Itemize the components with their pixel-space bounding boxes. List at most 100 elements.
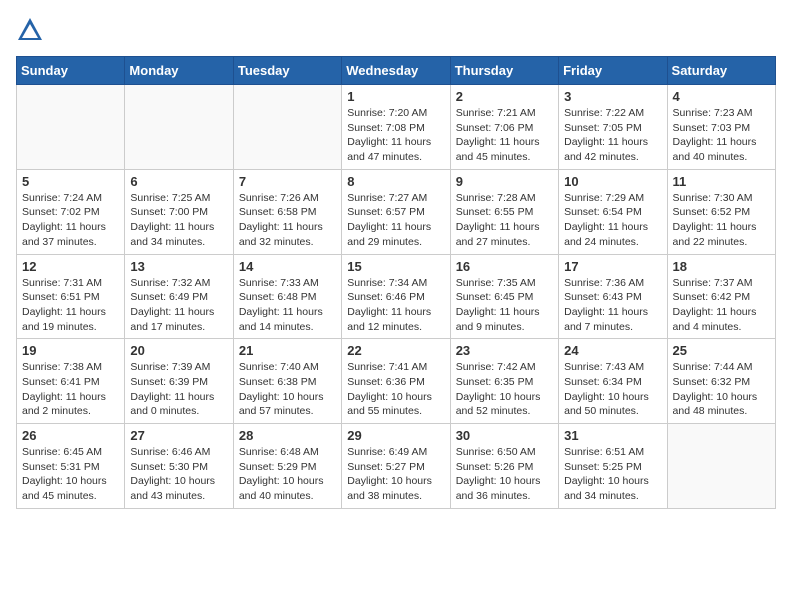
day-info: Sunrise: 7:35 AM Sunset: 6:45 PM Dayligh… bbox=[456, 276, 553, 335]
day-number: 10 bbox=[564, 174, 661, 189]
day-info: Sunrise: 7:26 AM Sunset: 6:58 PM Dayligh… bbox=[239, 191, 336, 250]
day-info: Sunrise: 7:20 AM Sunset: 7:08 PM Dayligh… bbox=[347, 106, 444, 165]
day-number: 7 bbox=[239, 174, 336, 189]
day-cell: 15 Sunrise: 7:34 AM Sunset: 6:46 PM Dayli… bbox=[342, 254, 450, 339]
day-cell: 30 Sunrise: 6:50 AM Sunset: 5:26 PM Dayli… bbox=[450, 424, 558, 509]
day-cell: 7 Sunrise: 7:26 AM Sunset: 6:58 PM Daylig… bbox=[233, 169, 341, 254]
weekday-header-friday: Friday bbox=[559, 57, 667, 85]
day-cell: 21 Sunrise: 7:40 AM Sunset: 6:38 PM Dayli… bbox=[233, 339, 341, 424]
day-info: Sunrise: 7:37 AM Sunset: 6:42 PM Dayligh… bbox=[673, 276, 770, 335]
day-number: 16 bbox=[456, 259, 553, 274]
day-cell: 31 Sunrise: 6:51 AM Sunset: 5:25 PM Dayli… bbox=[559, 424, 667, 509]
day-number: 25 bbox=[673, 343, 770, 358]
day-cell: 23 Sunrise: 7:42 AM Sunset: 6:35 PM Dayli… bbox=[450, 339, 558, 424]
day-number: 5 bbox=[22, 174, 119, 189]
day-number: 18 bbox=[673, 259, 770, 274]
day-info: Sunrise: 7:30 AM Sunset: 6:52 PM Dayligh… bbox=[673, 191, 770, 250]
day-number: 31 bbox=[564, 428, 661, 443]
day-info: Sunrise: 7:36 AM Sunset: 6:43 PM Dayligh… bbox=[564, 276, 661, 335]
day-number: 12 bbox=[22, 259, 119, 274]
calendar-table: SundayMondayTuesdayWednesdayThursdayFrid… bbox=[16, 56, 776, 509]
day-number: 15 bbox=[347, 259, 444, 274]
day-number: 1 bbox=[347, 89, 444, 104]
day-info: Sunrise: 7:40 AM Sunset: 6:38 PM Dayligh… bbox=[239, 360, 336, 419]
day-cell: 19 Sunrise: 7:38 AM Sunset: 6:41 PM Dayli… bbox=[17, 339, 125, 424]
day-number: 6 bbox=[130, 174, 227, 189]
day-number: 3 bbox=[564, 89, 661, 104]
day-number: 21 bbox=[239, 343, 336, 358]
day-cell: 6 Sunrise: 7:25 AM Sunset: 7:00 PM Daylig… bbox=[125, 169, 233, 254]
day-cell: 20Sunrise: 7:39 AM Sunset: 6:39 PM Dayli… bbox=[125, 339, 233, 424]
day-cell: 11 Sunrise: 7:30 AM Sunset: 6:52 PM Dayli… bbox=[667, 169, 775, 254]
day-number: 30 bbox=[456, 428, 553, 443]
day-info: Sunrise: 6:46 AM Sunset: 5:30 PM Dayligh… bbox=[130, 445, 227, 504]
day-cell: 27 Sunrise: 6:46 AM Sunset: 5:30 PM Dayli… bbox=[125, 424, 233, 509]
day-info: Sunrise: 7:27 AM Sunset: 6:57 PM Dayligh… bbox=[347, 191, 444, 250]
day-number: 4 bbox=[673, 89, 770, 104]
weekday-header-thursday: Thursday bbox=[450, 57, 558, 85]
day-info: Sunrise: 7:33 AM Sunset: 6:48 PM Dayligh… bbox=[239, 276, 336, 335]
week-row-2: 5 Sunrise: 7:24 AM Sunset: 7:02 PM Daylig… bbox=[17, 169, 776, 254]
day-number: 17 bbox=[564, 259, 661, 274]
day-cell: 4 Sunrise: 7:23 AM Sunset: 7:03 PM Daylig… bbox=[667, 85, 775, 170]
day-number: 28 bbox=[239, 428, 336, 443]
day-info: Sunrise: 7:42 AM Sunset: 6:35 PM Dayligh… bbox=[456, 360, 553, 419]
day-info: Sunrise: 7:29 AM Sunset: 6:54 PM Dayligh… bbox=[564, 191, 661, 250]
day-cell bbox=[17, 85, 125, 170]
day-number: 23 bbox=[456, 343, 553, 358]
weekday-header-wednesday: Wednesday bbox=[342, 57, 450, 85]
weekday-header-monday: Monday bbox=[125, 57, 233, 85]
day-info: Sunrise: 6:50 AM Sunset: 5:26 PM Dayligh… bbox=[456, 445, 553, 504]
day-info: Sunrise: 7:21 AM Sunset: 7:06 PM Dayligh… bbox=[456, 106, 553, 165]
day-cell: 16 Sunrise: 7:35 AM Sunset: 6:45 PM Dayli… bbox=[450, 254, 558, 339]
day-info: Sunrise: 7:44 AM Sunset: 6:32 PM Dayligh… bbox=[673, 360, 770, 419]
day-cell: 22 Sunrise: 7:41 AM Sunset: 6:36 PM Dayli… bbox=[342, 339, 450, 424]
day-info: Sunrise: 7:43 AM Sunset: 6:34 PM Dayligh… bbox=[564, 360, 661, 419]
day-number: 27 bbox=[130, 428, 227, 443]
day-number: 20 bbox=[130, 343, 227, 358]
day-number: 8 bbox=[347, 174, 444, 189]
day-number: 19 bbox=[22, 343, 119, 358]
day-info: Sunrise: 7:25 AM Sunset: 7:00 PM Dayligh… bbox=[130, 191, 227, 250]
day-cell bbox=[125, 85, 233, 170]
day-info: Sunrise: 6:48 AM Sunset: 5:29 PM Dayligh… bbox=[239, 445, 336, 504]
day-cell: 2Sunrise: 7:21 AM Sunset: 7:06 PM Daylig… bbox=[450, 85, 558, 170]
day-cell: 17 Sunrise: 7:36 AM Sunset: 6:43 PM Dayli… bbox=[559, 254, 667, 339]
day-info: Sunrise: 7:38 AM Sunset: 6:41 PM Dayligh… bbox=[22, 360, 119, 419]
day-cell bbox=[233, 85, 341, 170]
day-info: Sunrise: 7:32 AM Sunset: 6:49 PM Dayligh… bbox=[130, 276, 227, 335]
week-row-5: 26 Sunrise: 6:45 AM Sunset: 5:31 PM Dayli… bbox=[17, 424, 776, 509]
day-number: 24 bbox=[564, 343, 661, 358]
page-header bbox=[16, 16, 776, 44]
day-info: Sunrise: 7:31 AM Sunset: 6:51 PM Dayligh… bbox=[22, 276, 119, 335]
day-cell: 18 Sunrise: 7:37 AM Sunset: 6:42 PM Dayli… bbox=[667, 254, 775, 339]
day-number: 14 bbox=[239, 259, 336, 274]
day-number: 11 bbox=[673, 174, 770, 189]
weekday-header-row: SundayMondayTuesdayWednesdayThursdayFrid… bbox=[17, 57, 776, 85]
day-number: 29 bbox=[347, 428, 444, 443]
day-cell: 1 Sunrise: 7:20 AM Sunset: 7:08 PM Daylig… bbox=[342, 85, 450, 170]
day-info: Sunrise: 6:45 AM Sunset: 5:31 PM Dayligh… bbox=[22, 445, 119, 504]
weekday-header-tuesday: Tuesday bbox=[233, 57, 341, 85]
day-cell: 29Sunrise: 6:49 AM Sunset: 5:27 PM Dayli… bbox=[342, 424, 450, 509]
day-info: Sunrise: 7:28 AM Sunset: 6:55 PM Dayligh… bbox=[456, 191, 553, 250]
day-info: Sunrise: 7:24 AM Sunset: 7:02 PM Dayligh… bbox=[22, 191, 119, 250]
day-cell: 8 Sunrise: 7:27 AM Sunset: 6:57 PM Daylig… bbox=[342, 169, 450, 254]
day-info: Sunrise: 6:51 AM Sunset: 5:25 PM Dayligh… bbox=[564, 445, 661, 504]
day-cell bbox=[667, 424, 775, 509]
day-info: Sunrise: 7:34 AM Sunset: 6:46 PM Dayligh… bbox=[347, 276, 444, 335]
day-cell: 10 Sunrise: 7:29 AM Sunset: 6:54 PM Dayli… bbox=[559, 169, 667, 254]
day-number: 22 bbox=[347, 343, 444, 358]
week-row-3: 12 Sunrise: 7:31 AM Sunset: 6:51 PM Dayli… bbox=[17, 254, 776, 339]
day-number: 26 bbox=[22, 428, 119, 443]
day-cell: 9Sunrise: 7:28 AM Sunset: 6:55 PM Daylig… bbox=[450, 169, 558, 254]
weekday-header-saturday: Saturday bbox=[667, 57, 775, 85]
day-cell: 24 Sunrise: 7:43 AM Sunset: 6:34 PM Dayli… bbox=[559, 339, 667, 424]
logo bbox=[16, 16, 48, 44]
day-cell: 12 Sunrise: 7:31 AM Sunset: 6:51 PM Dayli… bbox=[17, 254, 125, 339]
day-number: 13 bbox=[130, 259, 227, 274]
day-info: Sunrise: 7:23 AM Sunset: 7:03 PM Dayligh… bbox=[673, 106, 770, 165]
day-info: Sunrise: 7:41 AM Sunset: 6:36 PM Dayligh… bbox=[347, 360, 444, 419]
day-cell: 25 Sunrise: 7:44 AM Sunset: 6:32 PM Dayli… bbox=[667, 339, 775, 424]
week-row-1: 1 Sunrise: 7:20 AM Sunset: 7:08 PM Daylig… bbox=[17, 85, 776, 170]
